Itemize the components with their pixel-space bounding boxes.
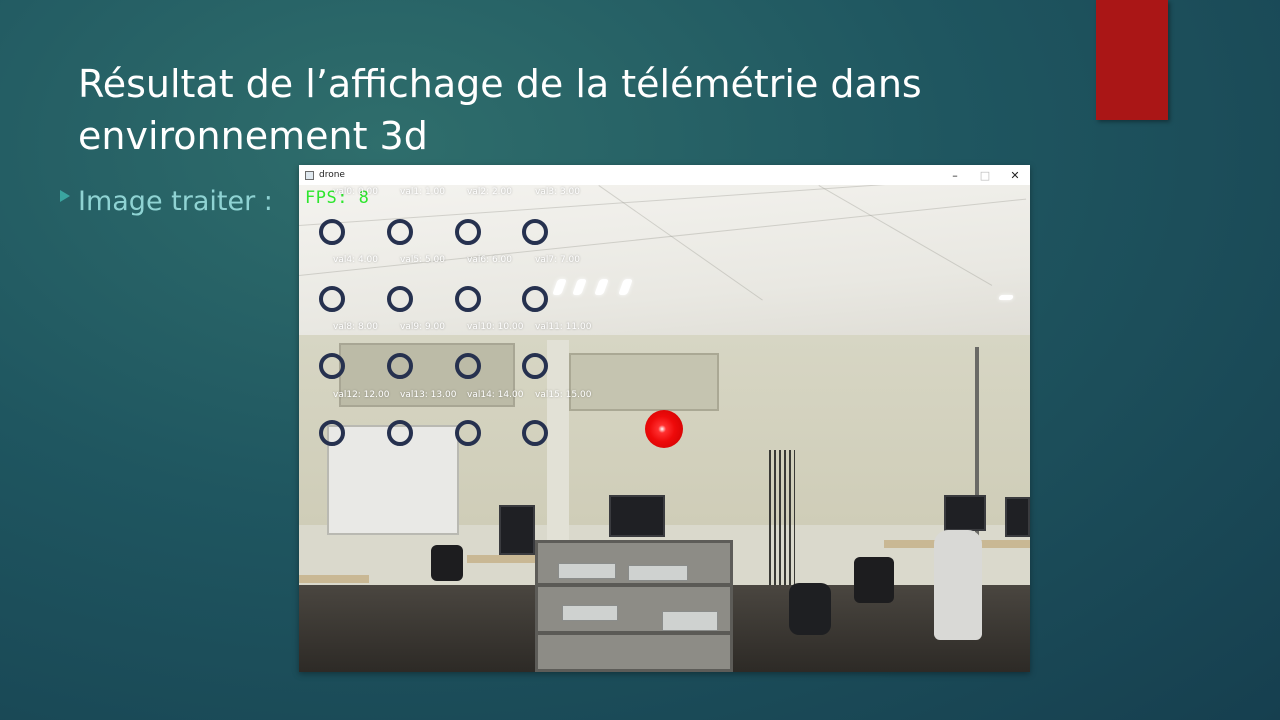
gauge-ring-icon (387, 420, 413, 446)
window-title: drone (319, 170, 345, 180)
office-chair (431, 545, 463, 581)
computer-monitor (1005, 497, 1030, 537)
equipment-cart (535, 540, 733, 672)
gauge-ring-icon (319, 286, 345, 312)
window-controls: – □ ✕ (940, 165, 1030, 185)
lab-instrument (562, 605, 618, 621)
cart-shelf (538, 631, 730, 635)
gauge-label: val10: 10.00 (467, 322, 524, 332)
drone-window: drone – □ ✕ FPS: 8 val0: 0.00 val1: 1.00… (299, 165, 1030, 672)
ceiling-lamp (998, 295, 1014, 300)
gauge-label: val7: 7.00 (535, 255, 580, 265)
office-chair (854, 557, 894, 603)
gauge-ring-icon (387, 286, 413, 312)
gauge-val3: val3: 3.00 (522, 187, 615, 247)
gauge-label: val2: 2.00 (467, 187, 512, 197)
hanging-coat (934, 530, 982, 640)
tracked-target-marker (645, 410, 683, 448)
gauge-ring-icon (522, 219, 548, 245)
gauge-ring-icon (319, 353, 345, 379)
gauge-ring-icon (319, 420, 345, 446)
gauge-ring-icon (455, 286, 481, 312)
gauge-label: val3: 3.00 (535, 187, 580, 197)
gauge-ring-icon (522, 420, 548, 446)
close-button[interactable]: ✕ (1000, 165, 1030, 185)
gauge-label: val15: 15.00 (535, 390, 592, 400)
gauge-label: val5: 5.00 (400, 255, 445, 265)
maximize-button[interactable]: □ (970, 165, 1000, 185)
gauge-val15: val15: 15.00 (522, 390, 615, 450)
computer-monitor (499, 505, 535, 555)
gauge-label: val0: 0.00 (333, 187, 378, 197)
gauge-ring-icon (319, 219, 345, 245)
accent-bar (1096, 0, 1168, 120)
gauge-label: val14: 14.00 (467, 390, 524, 400)
cart-shelf (538, 583, 730, 587)
app-window-icon (305, 170, 314, 180)
gauge-label: val11: 11.00 (535, 322, 592, 332)
gauge-val7: val7: 7.00 (522, 255, 615, 315)
gauge-label: val9: 9.00 (400, 322, 445, 332)
lab-instrument (662, 611, 718, 631)
gauge-ring-icon (387, 353, 413, 379)
gauge-label: val12: 12.00 (333, 390, 390, 400)
gauge-label: val4: 4.00 (333, 255, 378, 265)
desk (299, 575, 369, 583)
gauge-label: val13: 13.00 (400, 390, 457, 400)
gauge-label: val6: 6.00 (467, 255, 512, 265)
minimize-button[interactable]: – (940, 165, 970, 185)
computer-monitor (944, 495, 986, 531)
gauge-val11: val11: 11.00 (522, 322, 615, 382)
computer-monitor (609, 495, 665, 537)
gauge-ring-icon (387, 219, 413, 245)
lab-instrument (558, 563, 616, 579)
slide-title: Résultat de l’affichage de la télémétrie… (78, 62, 922, 158)
bullet-arrow-icon (60, 190, 70, 202)
lab-instrument (628, 565, 688, 581)
slide-subtitle: Image traiter : (78, 186, 273, 217)
gauge-ring-icon (455, 420, 481, 446)
gauge-ring-icon (455, 219, 481, 245)
gauge-label: val8: 8.00 (333, 322, 378, 332)
gauge-ring-icon (522, 353, 548, 379)
backpack (789, 583, 831, 635)
gauge-ring-icon (455, 353, 481, 379)
camera-feed: FPS: 8 val0: 0.00 val1: 1.00 val2: 2.00 … (299, 185, 1030, 672)
gauge-label: val1: 1.00 (400, 187, 445, 197)
window-titlebar[interactable]: drone – □ ✕ (299, 165, 1030, 185)
gauge-ring-icon (522, 286, 548, 312)
